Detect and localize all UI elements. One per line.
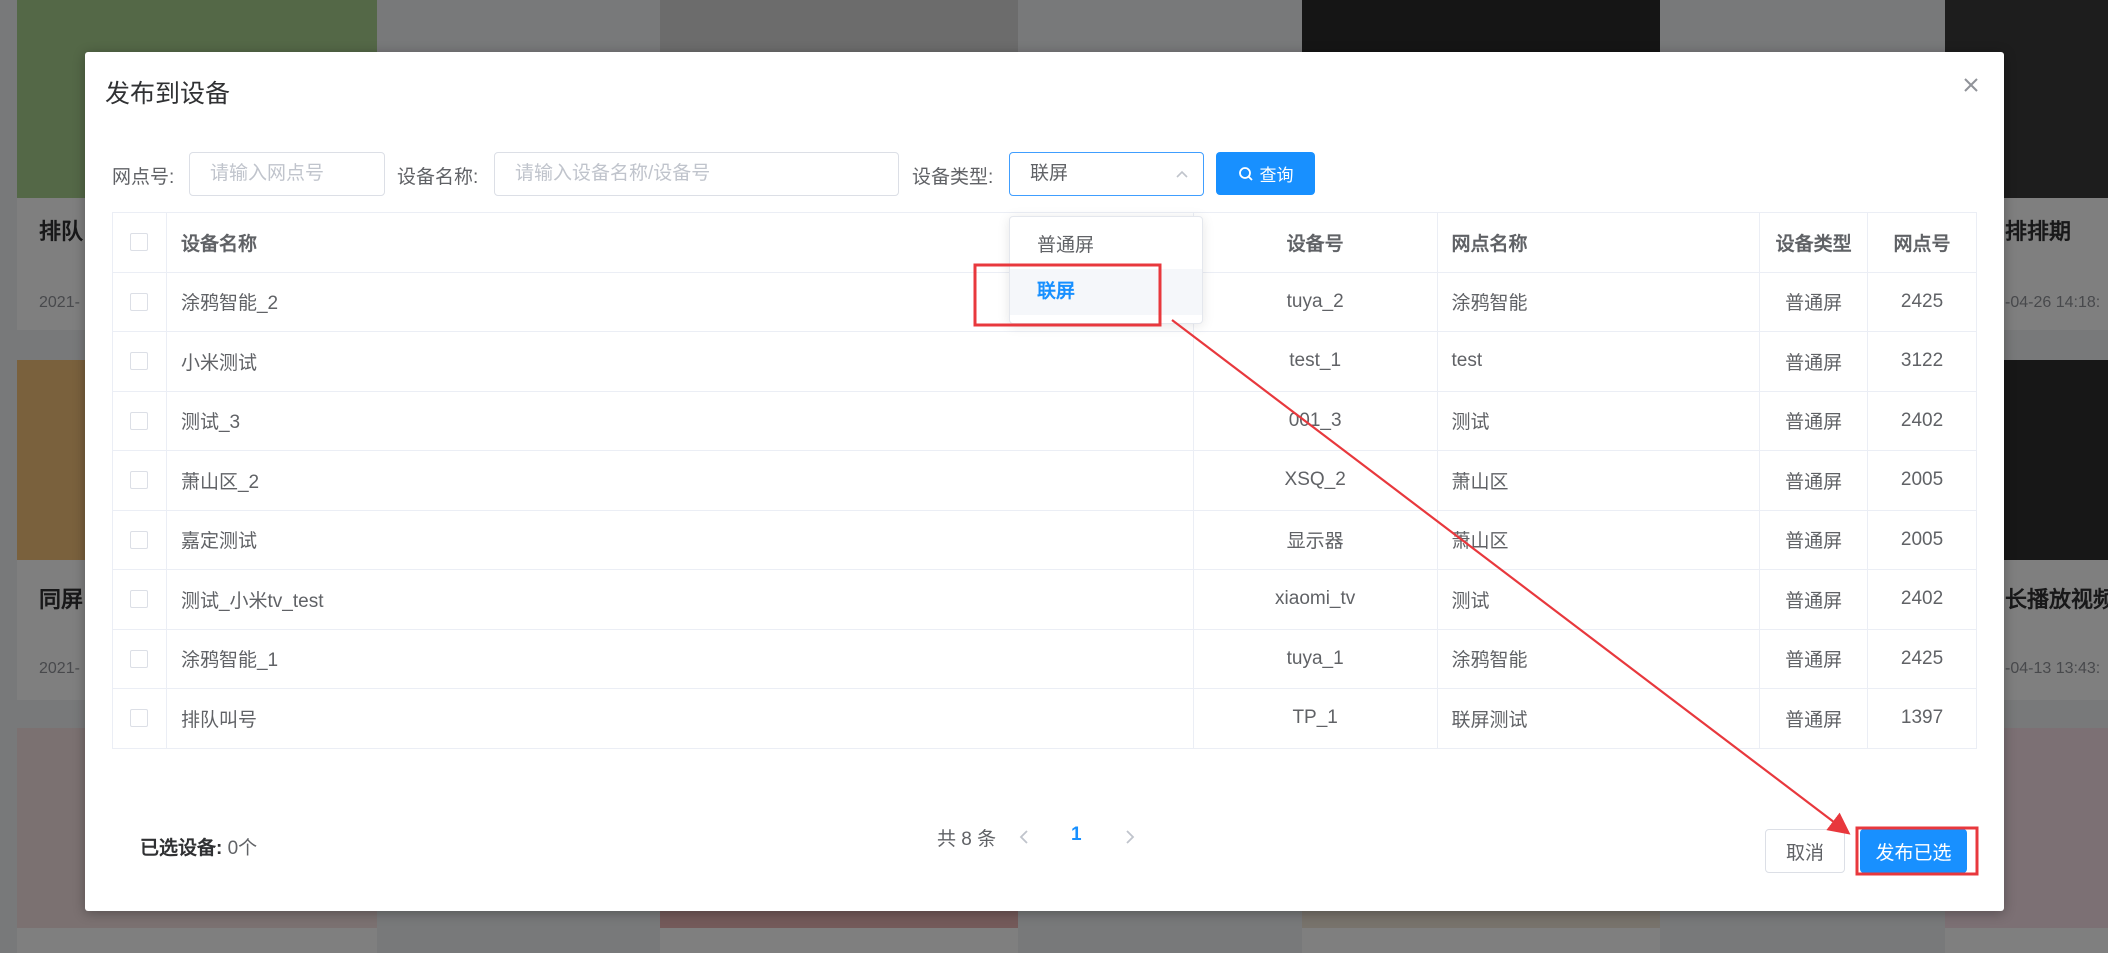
row-checkbox[interactable] (130, 530, 149, 549)
row-checkbox-cell (113, 570, 167, 629)
header-device-number: 设备号 (1194, 213, 1438, 272)
publish-selected-button[interactable]: 发布已选 (1860, 829, 1967, 873)
cell-branch-number: 1397 (1900, 707, 1944, 729)
table-row[interactable]: 小米测试 test_1 test 普通屏 3122 (113, 332, 1976, 392)
row-checkbox[interactable] (130, 590, 149, 609)
cell-device-number: 显示器 (1194, 510, 1438, 569)
pagination-total: 共 8 条 (937, 829, 997, 850)
device-type-value: 联屏 (1030, 163, 1069, 184)
cell-device-type: 普通屏 (1760, 272, 1869, 331)
header-checkbox-cell (113, 213, 167, 272)
cell-branch-name: 联屏测试 (1438, 689, 1761, 748)
cell-device-number: test_1 (1194, 332, 1438, 391)
cell-branch-number: 2005 (1900, 528, 1944, 550)
row-checkbox-cell (113, 510, 167, 569)
cell-branch-name: 萧山区 (1438, 451, 1761, 510)
cell-device-number: tuya_1 (1194, 629, 1438, 688)
row-checkbox-cell (113, 391, 167, 450)
chevron-up-icon (1176, 170, 1188, 178)
cell-device-number: XSQ_2 (1194, 451, 1438, 510)
cancel-button[interactable]: 取消 (1765, 829, 1845, 873)
row-checkbox-cell (113, 332, 167, 391)
table-row[interactable]: 测试_小米tv_test xiaomi_tv 测试 普通屏 2402 (113, 570, 1976, 630)
dialog-title: 发布到设备 (105, 80, 231, 108)
row-checkbox[interactable] (130, 292, 149, 311)
table-row[interactable]: 测试_3 001_3 测试 普通屏 2402 (113, 391, 1976, 451)
row-checkbox[interactable] (130, 471, 149, 490)
cell-branch-number: 2005 (1900, 469, 1944, 491)
header-branch-number: 网点号 (1893, 233, 1951, 255)
selected-devices: 已选设备: 0个 (140, 833, 257, 860)
cell-device-name: 小米测试 (167, 332, 1194, 391)
cell-branch-number: 2402 (1900, 588, 1944, 610)
selected-devices-count: 0个 (227, 838, 258, 859)
cell-branch-name: 萧山区 (1438, 510, 1761, 569)
cell-device-number: 001_3 (1194, 391, 1438, 450)
cell-device-type: 普通屏 (1760, 332, 1869, 391)
cell-branch-number: 2402 (1900, 409, 1944, 431)
cell-device-name: 测试_小米tv_test (167, 570, 1194, 629)
dropdown-option-linked[interactable]: 联屏 (1010, 269, 1202, 315)
row-checkbox[interactable] (130, 411, 149, 430)
query-button-label: 查询 (1259, 166, 1294, 185)
close-icon[interactable] (1960, 74, 1982, 96)
publish-dialog: 发布到设备 网点号: 设备名称: 设备类型: 联屏 查询 设备名称 (85, 52, 2004, 911)
dropdown-option-normal[interactable]: 普通屏 (1010, 223, 1202, 269)
selected-devices-label: 已选设备: (140, 838, 223, 859)
pagination: 共 8 条 1 (85, 822, 2004, 852)
row-checkbox-cell (113, 272, 167, 331)
device-name-input[interactable] (494, 152, 899, 196)
cell-branch-name: 涂鸦智能 (1438, 272, 1761, 331)
select-all-checkbox[interactable] (130, 233, 149, 252)
cell-device-type: 普通屏 (1760, 510, 1869, 569)
cell-branch-number: 3122 (1900, 350, 1944, 372)
table-row[interactable]: 嘉定测试 显示器 萧山区 普通屏 2005 (113, 510, 1976, 570)
device-type-label: 设备类型: (912, 167, 994, 188)
row-checkbox[interactable] (130, 352, 149, 371)
device-type-select[interactable]: 联屏 (1009, 152, 1204, 196)
cell-device-number: tuya_2 (1194, 272, 1438, 331)
chevron-right-icon[interactable] (1121, 828, 1139, 846)
header-branch-name: 网点名称 (1438, 213, 1761, 272)
cell-device-number: xiaomi_tv (1194, 570, 1438, 629)
cell-branch-name: 测试 (1438, 391, 1761, 450)
cell-branch-number: 2425 (1900, 647, 1944, 669)
branch-number-label: 网点号: (112, 167, 175, 188)
cell-branch-name: test (1438, 332, 1761, 391)
search-icon (1238, 166, 1253, 181)
row-checkbox[interactable] (130, 649, 149, 668)
device-name-label: 设备名称: (397, 167, 479, 188)
cell-device-name: 萧山区_2 (167, 451, 1194, 510)
cell-device-type: 普通屏 (1760, 391, 1869, 450)
row-checkbox-cell (113, 629, 167, 688)
device-type-dropdown: 普通屏 联屏 (1009, 216, 1203, 324)
cell-device-number: TP_1 (1194, 689, 1438, 748)
chevron-left-icon[interactable] (1015, 828, 1033, 846)
cell-device-name: 测试_3 (167, 391, 1194, 450)
branch-number-input[interactable] (189, 152, 385, 196)
query-button[interactable]: 查询 (1216, 152, 1315, 195)
filter-bar: 网点号: 设备名称: 设备类型: 联屏 查询 (85, 152, 2004, 196)
cell-device-type: 普通屏 (1760, 629, 1869, 688)
cell-device-type: 普通屏 (1760, 570, 1869, 629)
cell-device-name: 涂鸦智能_1 (167, 629, 1194, 688)
row-checkbox-cell (113, 451, 167, 510)
header-device-type: 设备类型 (1760, 213, 1869, 272)
cell-branch-number: 2425 (1900, 290, 1944, 312)
cell-device-name: 排队叫号 (167, 689, 1194, 748)
row-checkbox-cell (113, 689, 167, 748)
cell-branch-name: 涂鸦智能 (1438, 629, 1761, 688)
pagination-page[interactable]: 1 (1071, 824, 1082, 846)
cell-device-name: 嘉定测试 (167, 510, 1194, 569)
cell-branch-name: 测试 (1438, 570, 1761, 629)
row-checkbox[interactable] (130, 709, 149, 728)
table-row[interactable]: 萧山区_2 XSQ_2 萧山区 普通屏 2005 (113, 451, 1976, 511)
cell-device-type: 普通屏 (1760, 689, 1869, 748)
table-row[interactable]: 涂鸦智能_1 tuya_1 涂鸦智能 普通屏 2425 (113, 629, 1976, 689)
table-row[interactable]: 排队叫号 TP_1 联屏测试 普通屏 1397 (113, 689, 1976, 749)
cell-device-type: 普通屏 (1760, 451, 1869, 510)
